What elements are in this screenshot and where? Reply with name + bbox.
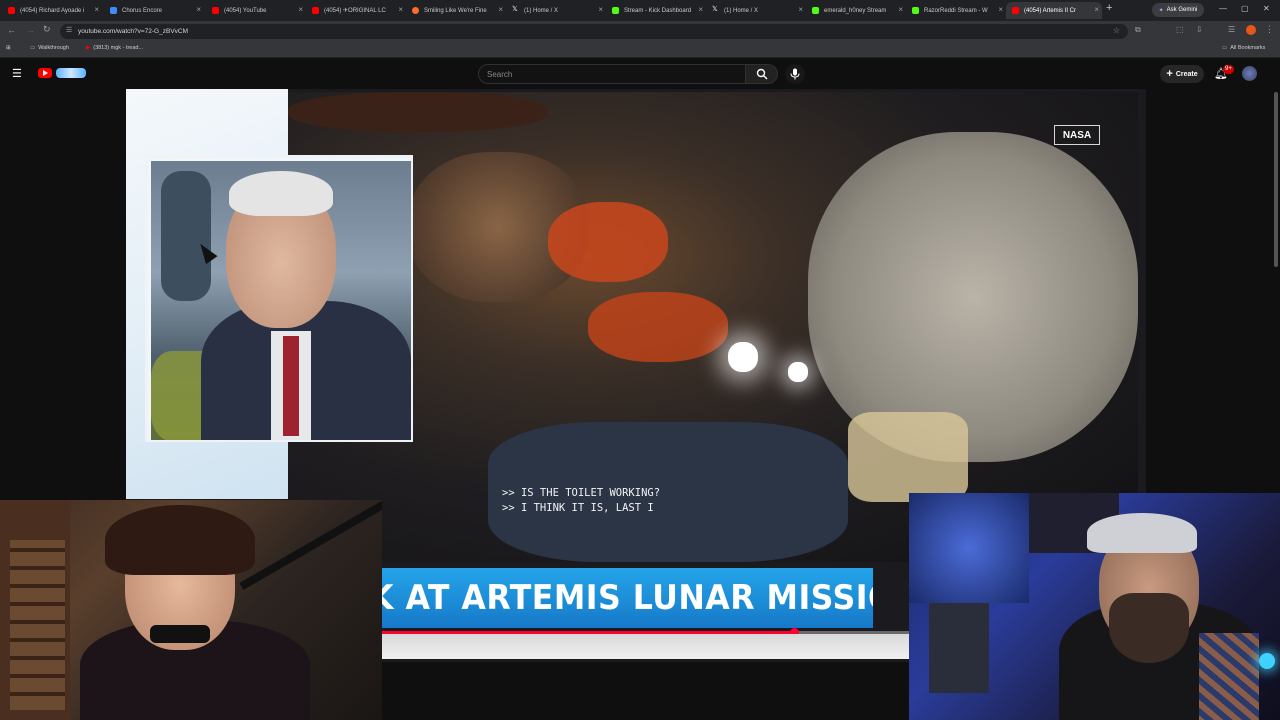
browser-toolbar: ← → ↻ ☰ youtube.com/watch?v=72-G_zBVvCM …: [0, 21, 1280, 42]
profile-avatar[interactable]: [1246, 25, 1256, 35]
x-logo-icon: 𝕏: [512, 6, 518, 13]
kick-favicon-icon: [912, 7, 919, 14]
caption-line: >> I THINK IT IS, LAST I: [502, 502, 654, 514]
search-input[interactable]: Search: [478, 64, 746, 84]
close-window-button[interactable]: ✕: [1263, 4, 1270, 13]
forward-icon[interactable]: →: [26, 25, 35, 35]
browser-tab[interactable]: 𝕏 (1) Home / X ×: [506, 2, 606, 19]
close-tab-icon[interactable]: ×: [298, 5, 303, 14]
address-bar[interactable]: ☰ youtube.com/watch?v=72-G_zBVvCM ☆: [60, 24, 1128, 39]
tab-strip: (4054) Richard Ayoade i × Chorus Encore × …: [0, 0, 1280, 21]
interview-inset-video: [151, 161, 411, 440]
browser-tab[interactable]: Stream - Kick Dashboard ×: [606, 2, 706, 19]
close-tab-icon[interactable]: ×: [698, 5, 703, 14]
browser-tab[interactable]: (4054) ✈ORIGINAL LC ×: [306, 2, 406, 19]
new-tab-button[interactable]: +: [1106, 2, 1112, 14]
close-tab-icon[interactable]: ×: [998, 5, 1003, 14]
doodle-logo[interactable]: [56, 68, 86, 78]
all-bookmarks-item[interactable]: ▭ All Bookmarks: [1222, 45, 1265, 51]
close-tab-icon[interactable]: ×: [598, 5, 603, 14]
player-controls-strip: [382, 634, 910, 659]
x-logo-icon: 𝕏: [712, 6, 718, 13]
browser-tab[interactable]: (4054) Richard Ayoade i ×: [2, 2, 102, 19]
apps-icon[interactable]: ⊞: [6, 45, 11, 51]
kick-favicon-icon: [812, 7, 819, 14]
play-triangle-icon: [43, 70, 48, 76]
close-tab-icon[interactable]: ×: [94, 5, 99, 14]
close-tab-icon[interactable]: ×: [398, 5, 403, 14]
closed-captions: >> IS THE TOILET WORKING? >> I THINK IT …: [502, 486, 702, 516]
notification-count-badge: 9+: [1223, 65, 1234, 74]
bookmark-item[interactable]: ▭ Walkthrough: [30, 45, 69, 51]
bookmarks-bar: ⊞ ▭ Walkthrough ▶ (3813) mgk - tread... ▭ A…: [0, 42, 1280, 58]
minimize-button[interactable]: —: [1219, 4, 1227, 13]
create-button[interactable]: + Create: [1160, 65, 1204, 83]
close-tab-icon[interactable]: ×: [1094, 5, 1099, 14]
bookmark-star-icon[interactable]: ☆: [1113, 26, 1120, 35]
search-button[interactable]: [746, 64, 778, 84]
folder-icon: ▭: [1222, 45, 1228, 51]
browser-tab-active[interactable]: (4054) Artemis II Cr ×: [1006, 2, 1102, 19]
streamer-webcam-right: [909, 493, 1280, 720]
browser-menu-icon[interactable]: ⋮: [1265, 24, 1274, 35]
downloads-icon[interactable]: ⇩: [1196, 25, 1203, 34]
news-lower-third-banner: K AT ARTEMIS LUNAR MISSION: [382, 568, 874, 628]
nasa-watermark: NASA: [1054, 125, 1100, 145]
close-tab-icon[interactable]: ×: [898, 5, 903, 14]
close-tab-icon[interactable]: ×: [798, 5, 803, 14]
voice-search-button[interactable]: [785, 64, 805, 84]
youtube-favicon-icon: [212, 7, 219, 14]
site-favicon-icon: [412, 7, 419, 14]
cast-icon[interactable]: ⧉: [1135, 25, 1141, 35]
youtube-favicon-icon: [8, 7, 15, 14]
caption-line: >> IS THE TOILET WORKING?: [502, 487, 661, 499]
youtube-favicon-icon: [1012, 7, 1019, 14]
chorus-favicon-icon: [110, 7, 117, 14]
interview-inset-frame: [145, 155, 413, 442]
close-tab-icon[interactable]: ×: [196, 5, 201, 14]
search-icon: [756, 68, 767, 80]
plus-icon: +: [1166, 68, 1173, 80]
folder-icon: ▭: [30, 45, 36, 51]
tab-search-icon[interactable]: ☰: [1228, 25, 1235, 34]
ask-gemini-button[interactable]: ✦ Ask Gemini: [1152, 3, 1204, 17]
streamer-webcam-left: [0, 500, 382, 720]
hamburger-menu-icon[interactable]: ☰: [12, 67, 22, 80]
microphone-icon: [790, 68, 800, 80]
back-icon[interactable]: ←: [7, 25, 16, 35]
browser-tab[interactable]: 𝕏 (1) Home / X ×: [706, 2, 806, 19]
browser-tab[interactable]: (4054) YouTube ×: [206, 2, 306, 19]
youtube-favicon-icon: [312, 7, 319, 14]
maximize-button[interactable]: ▢: [1241, 4, 1249, 13]
bookmark-item[interactable]: ▶ (3813) mgk - tread...: [86, 45, 143, 51]
browser-tab[interactable]: Smiling Like We're Fine ×: [406, 2, 506, 19]
gemini-sparkle-icon: ✦: [1158, 7, 1164, 14]
browser-tab[interactable]: emerald_h0ney Stream ×: [806, 2, 906, 19]
spacecraft-interior-footage: [288, 92, 1138, 562]
reload-icon[interactable]: ↻: [43, 24, 51, 35]
youtube-favicon-icon: ▶: [86, 45, 91, 51]
extensions-icon[interactable]: ⬚: [1176, 25, 1184, 34]
page-scrollbar[interactable]: [1274, 92, 1278, 267]
account-avatar[interactable]: [1242, 66, 1257, 81]
browser-tab[interactable]: RazorReddi Stream - W ×: [906, 2, 1006, 19]
browser-tab[interactable]: Chorus Encore ×: [104, 2, 204, 19]
kick-favicon-icon: [612, 7, 619, 14]
close-tab-icon[interactable]: ×: [498, 5, 503, 14]
site-info-icon[interactable]: ☰: [66, 26, 72, 34]
